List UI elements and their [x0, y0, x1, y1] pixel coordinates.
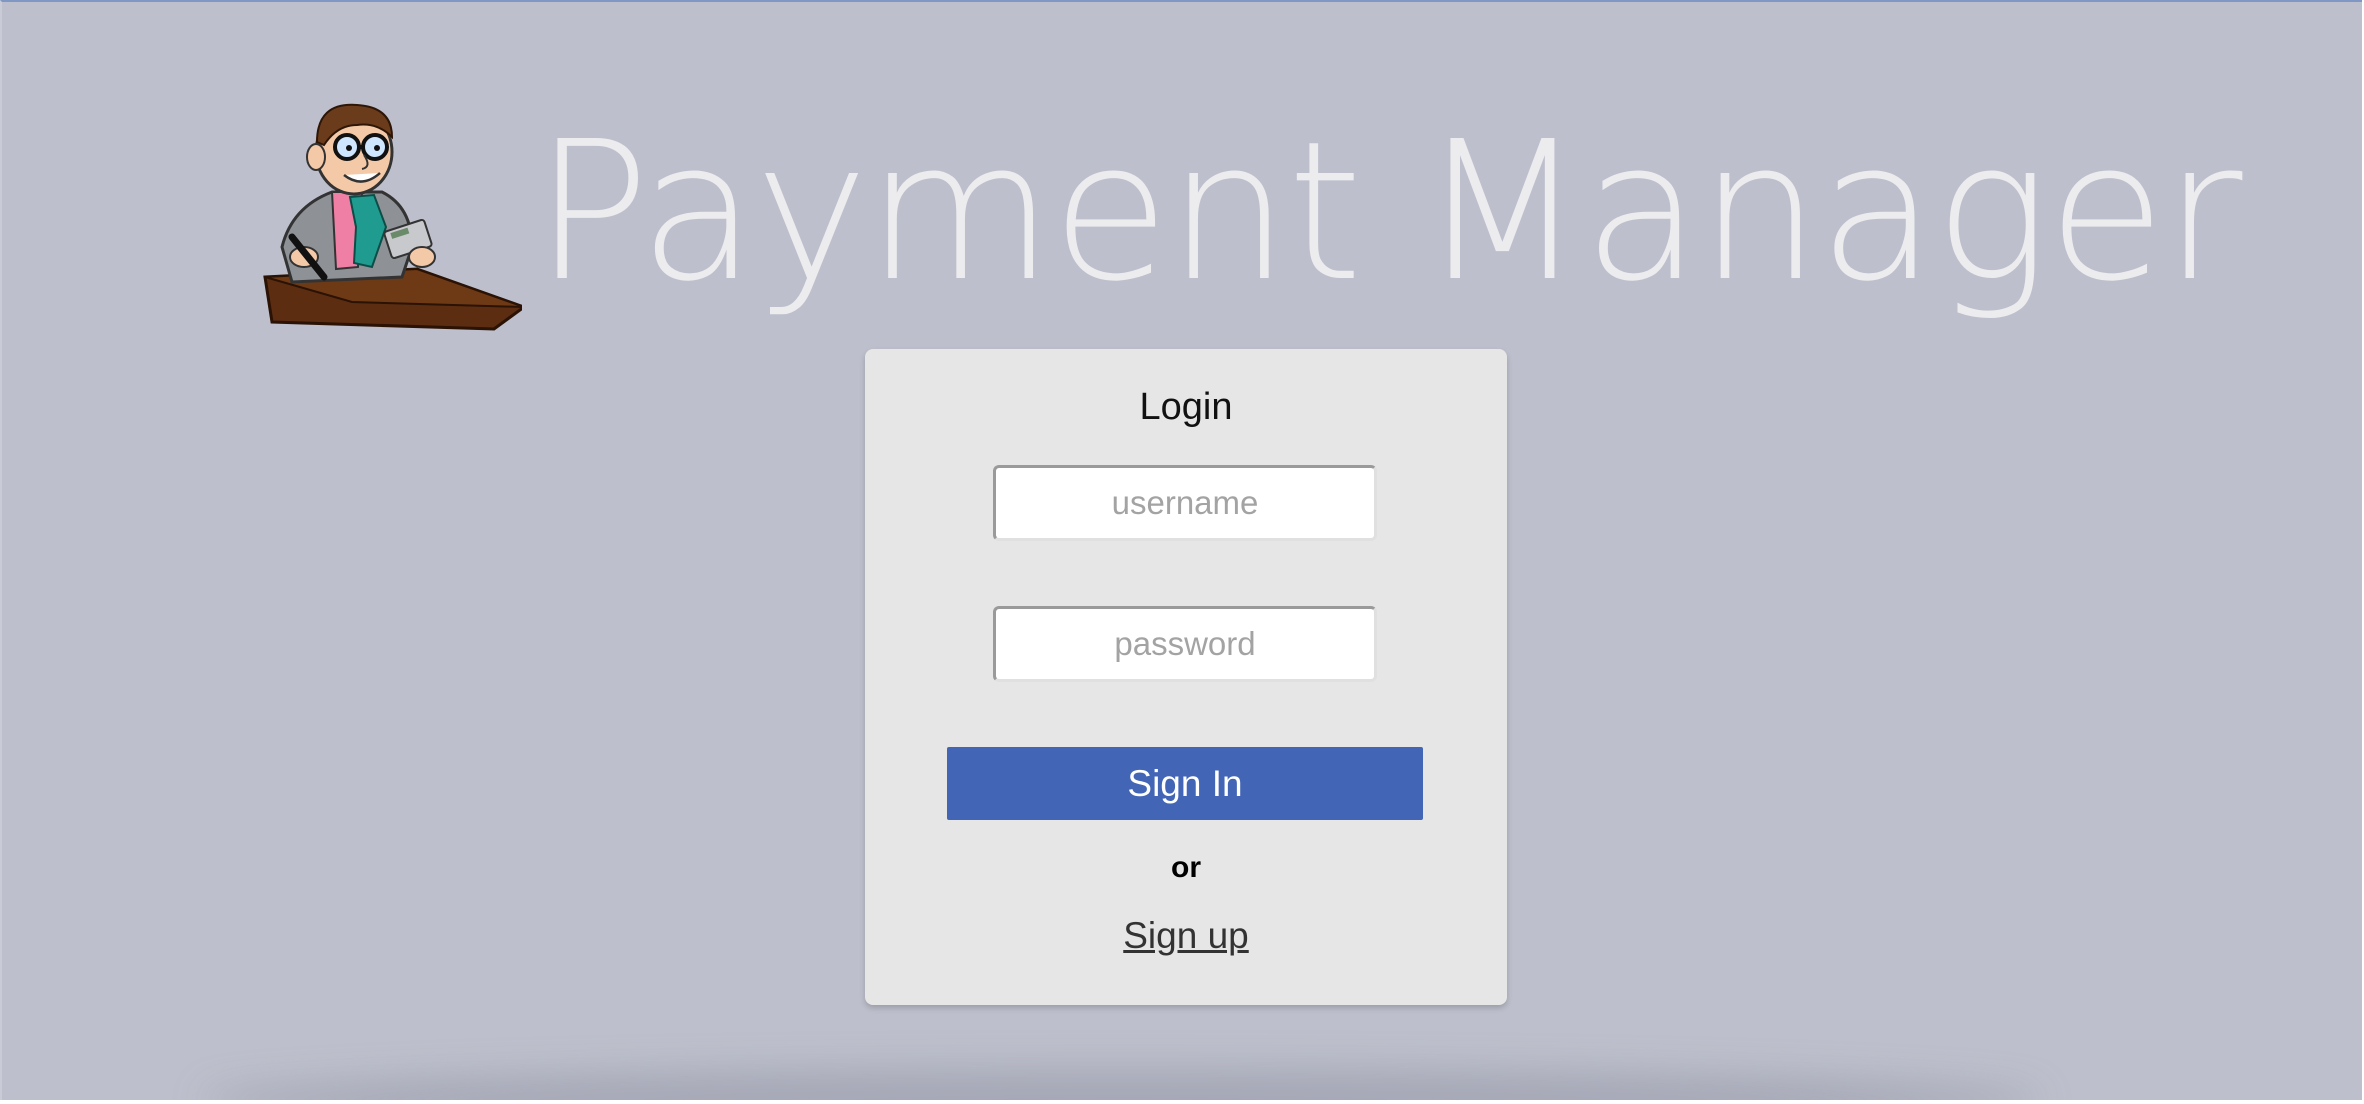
password-input[interactable] — [993, 606, 1377, 682]
app-header: Payment Manager — [262, 97, 2243, 337]
or-separator: or — [1171, 851, 1201, 884]
login-title: Login — [1139, 386, 1233, 428]
username-input[interactable] — [993, 465, 1377, 541]
sign-up-link[interactable]: Sign up — [865, 915, 1507, 957]
login-card: Login Sign In or Sign up — [865, 349, 1507, 1005]
app-title: Payment Manager — [534, 101, 2243, 324]
bottom-shadow — [202, 1070, 2042, 1100]
page-background: Payment Manager Login Sign In or Sign up — [0, 0, 2362, 1100]
sign-in-button[interactable]: Sign In — [947, 747, 1423, 820]
accountant-mascot-icon — [263, 103, 522, 331]
